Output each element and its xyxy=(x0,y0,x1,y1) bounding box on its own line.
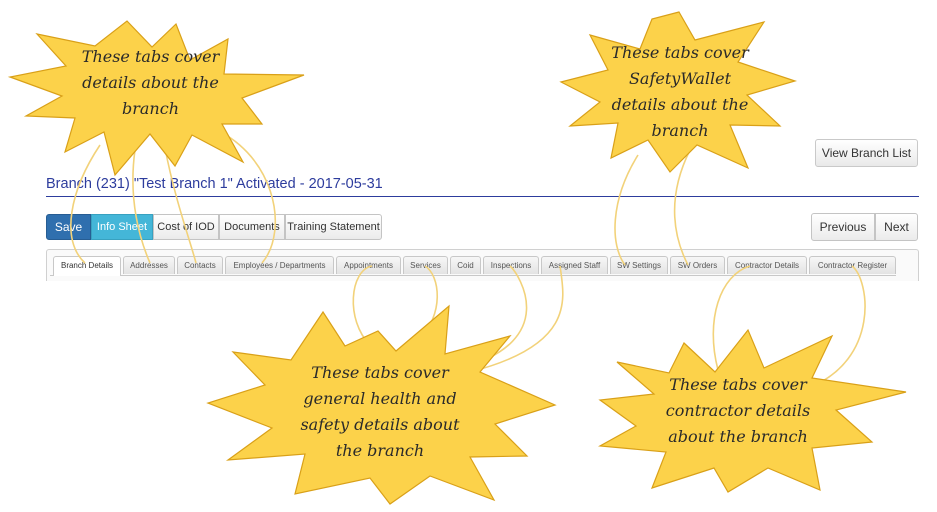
connector-sw-settings xyxy=(614,154,639,266)
connector-sw-orders xyxy=(673,149,691,266)
annotation-health-safety: These tabs cover general health and safe… xyxy=(300,363,460,460)
connector-appointments xyxy=(352,265,373,346)
connector-addresses xyxy=(132,149,151,264)
annotation-contractor: These tabs cover contractor details abou… xyxy=(665,375,811,446)
annotation-branch: These tabs cover details about the branc… xyxy=(81,47,220,118)
connector-branch-details xyxy=(70,144,101,264)
connector-contacts xyxy=(164,147,197,264)
annotation-safetywallet: These tabs cover SafetyWallet details ab… xyxy=(611,43,749,140)
